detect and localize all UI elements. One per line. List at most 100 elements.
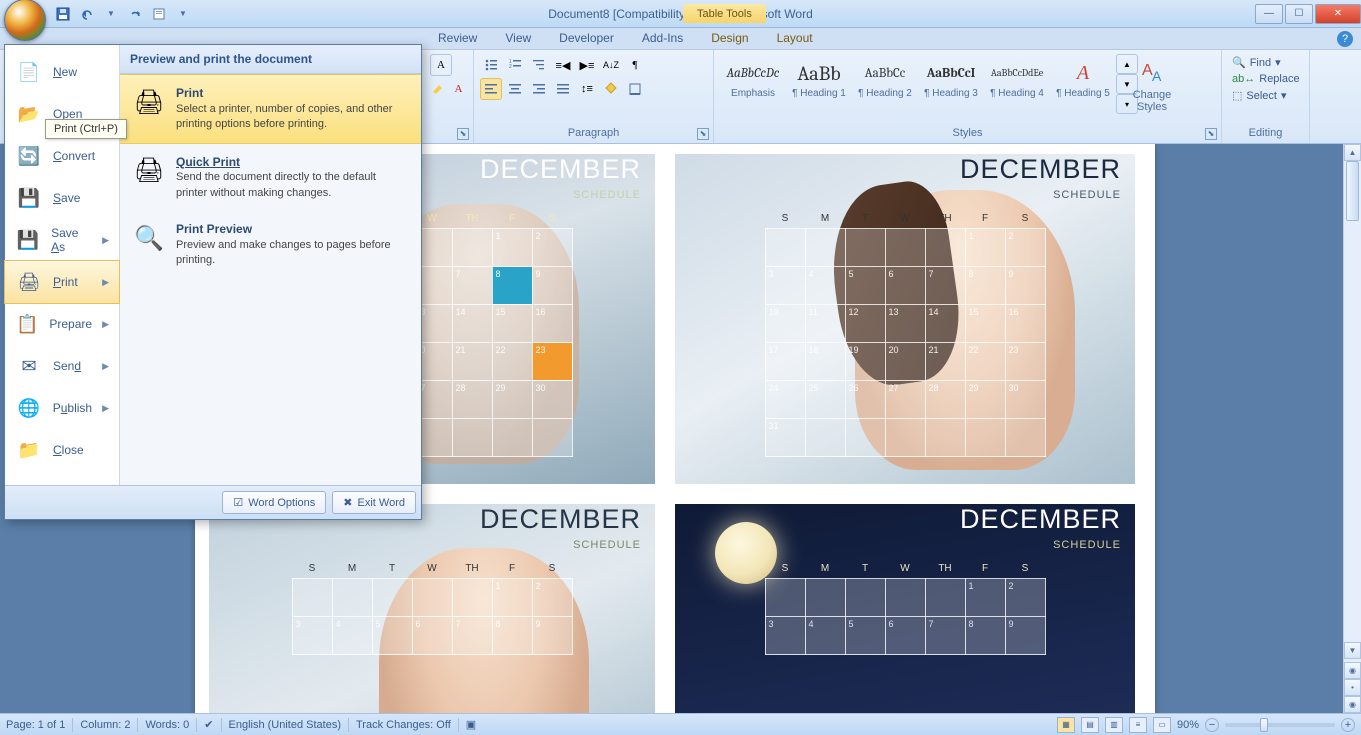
style-item[interactable]: AaBbCcDcEmphasis <box>720 54 786 116</box>
macro-icon[interactable]: ▣ <box>466 718 476 731</box>
style-item[interactable]: AaBbCcDdEe¶ Heading 4 <box>984 54 1050 116</box>
zoom-out-button[interactable]: − <box>1205 718 1219 732</box>
justify-icon[interactable] <box>552 78 574 100</box>
replace-label: Replace <box>1259 73 1299 85</box>
change-styles-button[interactable]: AA Change Styles <box>1130 54 1174 118</box>
zoom-slider-thumb[interactable] <box>1260 718 1268 732</box>
status-column[interactable]: Column: 2 <box>80 719 130 731</box>
show-marks-icon[interactable]: ¶ <box>624 54 646 76</box>
menu-item-convert[interactable]: 🔄Convert <box>5 135 119 177</box>
decrease-indent-icon[interactable]: ≡◀ <box>552 54 574 76</box>
styles-dialog-icon[interactable]: ⬊ <box>1205 128 1217 140</box>
menu-item-save-as[interactable]: 💾Save As▶ <box>5 219 119 261</box>
maximize-button[interactable]: ☐ <box>1285 4 1313 24</box>
align-right-icon[interactable] <box>528 78 550 100</box>
save-icon[interactable] <box>54 5 72 23</box>
style-item[interactable]: AaBb¶ Heading 1 <box>786 54 852 116</box>
select-icon: ⬚ <box>1232 89 1242 102</box>
shading-icon[interactable] <box>600 78 622 100</box>
styles-gallery[interactable]: AaBbCcDcEmphasisAaBb¶ Heading 1AaBbCc¶ H… <box>720 54 1116 116</box>
calendar-table: SMTWTHFS123456789 <box>292 559 573 655</box>
tab-layout[interactable]: Layout <box>763 28 827 49</box>
qat-dropdown-icon[interactable]: ▼ <box>102 5 120 23</box>
browse-prev-icon[interactable]: ◉ <box>1344 662 1361 679</box>
select-button[interactable]: ⬚Select ▾ <box>1228 87 1303 104</box>
sort-icon[interactable]: A↓Z <box>600 54 622 76</box>
menu-item-new[interactable]: 📄 New <box>5 51 119 93</box>
qat-more-icon[interactable]: ▼ <box>174 5 192 23</box>
word-options-button[interactable]: ☑Word Options <box>222 491 326 514</box>
line-spacing-icon[interactable]: ↕≡ <box>576 78 598 100</box>
tab-review[interactable]: Review <box>424 28 491 49</box>
undo-icon[interactable] <box>78 5 96 23</box>
zoom-level[interactable]: 90% <box>1177 719 1199 731</box>
menu-item-label: Close <box>53 443 84 457</box>
find-button[interactable]: 🔍Find ▾ <box>1228 54 1303 71</box>
font-dialog-icon[interactable]: ⬊ <box>457 128 469 140</box>
menu-item-label: New <box>53 65 77 79</box>
menu-item-label: Prepare <box>49 317 92 331</box>
new-icon: 📄 <box>15 58 43 86</box>
menu-item-print[interactable]: 🖨Print▶ <box>4 260 120 304</box>
scroll-up-icon[interactable]: ▲ <box>1344 144 1361 161</box>
align-center-icon[interactable] <box>504 78 526 100</box>
paragraph-dialog-icon[interactable]: ⬊ <box>697 128 709 140</box>
tab-design[interactable]: Design <box>697 28 762 49</box>
menu-item-close[interactable]: 📁Close <box>5 429 119 471</box>
status-page[interactable]: Page: 1 of 1 <box>6 719 65 731</box>
tab-addins[interactable]: Add-Ins <box>628 28 697 49</box>
office-button[interactable] <box>4 0 46 41</box>
print-preview-icon[interactable] <box>150 5 168 23</box>
style-item[interactable]: A¶ Heading 5 <box>1050 54 1116 116</box>
submenu-item-print[interactable]: 🖨PrintSelect a printer, number of copies… <box>120 74 421 144</box>
help-icon[interactable]: ? <box>1337 31 1353 47</box>
paragraph-label: Paragraph <box>480 125 707 141</box>
editing-label: Editing <box>1228 125 1303 141</box>
numbering-icon[interactable]: 12 <box>504 54 526 76</box>
clear-formatting-icon[interactable]: A <box>430 54 452 76</box>
tab-view[interactable]: View <box>491 28 545 49</box>
exit-word-button[interactable]: ✖Exit Word <box>332 491 416 514</box>
tab-developer[interactable]: Developer <box>545 28 628 49</box>
zoom-slider[interactable] <box>1225 723 1335 727</box>
zoom-in-button[interactable]: + <box>1341 718 1355 732</box>
printer-icon: 🔍 <box>132 221 166 255</box>
style-item[interactable]: AaBbCc¶ Heading 2 <box>852 54 918 116</box>
calendar-card: DECEMBERSCHEDULE SMTWTHFS123456789 <box>675 504 1135 713</box>
increase-indent-icon[interactable]: ▶≡ <box>576 54 598 76</box>
close-button[interactable]: ✕ <box>1315 4 1361 24</box>
scroll-down-icon[interactable]: ▼ <box>1344 642 1361 659</box>
status-words[interactable]: Words: 0 <box>145 719 189 731</box>
spellcheck-icon[interactable]: ✔ <box>204 718 213 731</box>
submenu-item-title: Print <box>176 85 409 102</box>
draft-view-icon[interactable]: ▭ <box>1153 717 1171 733</box>
menu-item-save[interactable]: 💾Save <box>5 177 119 219</box>
vertical-scrollbar[interactable]: ▲ ▼ ◉ • ◉ <box>1343 144 1361 713</box>
replace-button[interactable]: ab↔Replace <box>1228 71 1303 87</box>
print-layout-view-icon[interactable]: ▦ <box>1057 717 1075 733</box>
status-track-changes[interactable]: Track Changes: Off <box>356 719 451 731</box>
borders-icon[interactable] <box>624 78 646 100</box>
font-color-icon[interactable]: A <box>450 78 467 100</box>
minimize-button[interactable]: — <box>1255 4 1283 24</box>
multilevel-list-icon[interactable] <box>528 54 550 76</box>
redo-icon[interactable] <box>126 5 144 23</box>
style-item[interactable]: AaBbCcI¶ Heading 3 <box>918 54 984 116</box>
menu-item-prepare[interactable]: 📋Prepare▶ <box>5 303 119 345</box>
browse-next-icon[interactable]: ◉ <box>1344 696 1361 713</box>
submenu-item-quick-print[interactable]: 🖨Quick PrintSend the document directly t… <box>120 144 421 212</box>
status-language[interactable]: English (United States) <box>229 719 342 731</box>
menu-item-publish[interactable]: 🌐Publish▶ <box>5 387 119 429</box>
find-icon: 🔍 <box>1232 56 1246 69</box>
web-layout-view-icon[interactable]: ▥ <box>1105 717 1123 733</box>
outline-view-icon[interactable]: ≡ <box>1129 717 1147 733</box>
scroll-thumb[interactable] <box>1346 161 1359 221</box>
highlight-color-icon[interactable] <box>430 78 448 100</box>
browse-object-icon[interactable]: • <box>1344 679 1361 696</box>
align-left-icon[interactable] <box>480 78 502 100</box>
full-screen-view-icon[interactable]: ▤ <box>1081 717 1099 733</box>
submenu-item-print-preview[interactable]: 🔍Print PreviewPreview and make changes t… <box>120 211 421 279</box>
bullets-icon[interactable] <box>480 54 502 76</box>
menu-item-send[interactable]: ✉Send▶ <box>5 345 119 387</box>
printer-icon: 🖨 <box>132 154 166 188</box>
